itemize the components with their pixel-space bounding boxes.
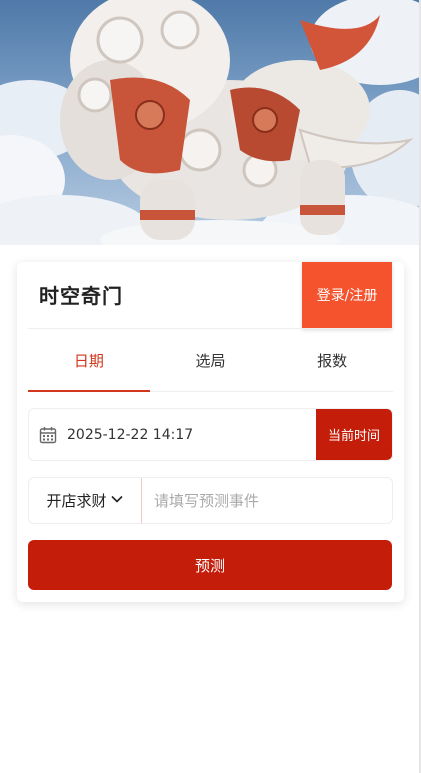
- calendar-icon: [39, 426, 57, 444]
- date-picker-row[interactable]: 2025-12-22 14:17 当前时间: [28, 408, 393, 461]
- hero-banner: [0, 0, 421, 245]
- page-title: 时空奇门: [39, 284, 123, 308]
- date-value[interactable]: 2025-12-22 14:17: [67, 427, 316, 443]
- chevron-down-icon: [110, 492, 124, 510]
- event-row: 开店求财: [28, 477, 393, 524]
- category-select[interactable]: 开店求财: [29, 478, 142, 523]
- tab-date[interactable]: 日期: [28, 329, 150, 392]
- hero-image: [0, 0, 421, 245]
- tab-report-number[interactable]: 报数: [271, 329, 393, 391]
- category-select-value: 开店求财: [46, 492, 107, 510]
- event-input[interactable]: [142, 490, 392, 511]
- login-register-button[interactable]: 登录/注册: [302, 262, 392, 328]
- tab-select-game[interactable]: 选局: [150, 329, 272, 391]
- tab-bar: 日期 选局 报数: [28, 329, 393, 392]
- current-time-button[interactable]: 当前时间: [316, 409, 392, 460]
- main-card: 时空奇门 登录/注册 日期 选局 报数 2025-12-22 14:17 当前时…: [17, 262, 404, 602]
- predict-button[interactable]: 预测: [28, 540, 392, 590]
